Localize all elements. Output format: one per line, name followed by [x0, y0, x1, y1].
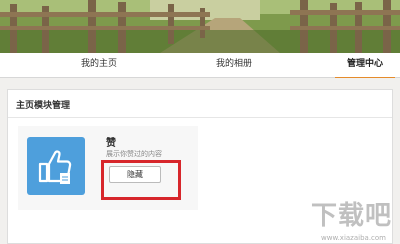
module-name: 赞 — [106, 138, 116, 149]
watermark-url: www.xiazaiba.com — [321, 234, 386, 242]
module-card-like: 赞 展示你赞过的内容 隐藏 — [18, 126, 198, 210]
banner-image — [0, 0, 400, 53]
tab-label: 我的相册 — [215, 59, 252, 69]
tab-my-album[interactable]: 我的相册 — [203, 53, 265, 78]
tab-my-homepage[interactable]: 我的主页 — [68, 53, 130, 78]
fence-scenery — [0, 0, 400, 53]
hide-module-button[interactable]: 隐藏 — [109, 166, 161, 183]
panel-title: 主页模块管理 — [16, 101, 71, 111]
divider — [8, 117, 392, 118]
module-description: 展示你赞过的内容 — [106, 150, 162, 158]
tab-bar: 我的主页 我的相册 管理中心 — [0, 53, 400, 79]
watermark-logo: 下载吧 — [310, 201, 392, 231]
tab-management-center[interactable]: 管理中心 — [335, 53, 395, 79]
thumbs-up-icon — [27, 137, 85, 195]
tab-label: 我的主页 — [80, 59, 117, 69]
tab-label: 管理中心 — [346, 59, 383, 69]
management-content: 主页模块管理 赞 展示你赞过的内容 隐藏 下载吧 www.xiazaiba.co… — [0, 78, 400, 244]
